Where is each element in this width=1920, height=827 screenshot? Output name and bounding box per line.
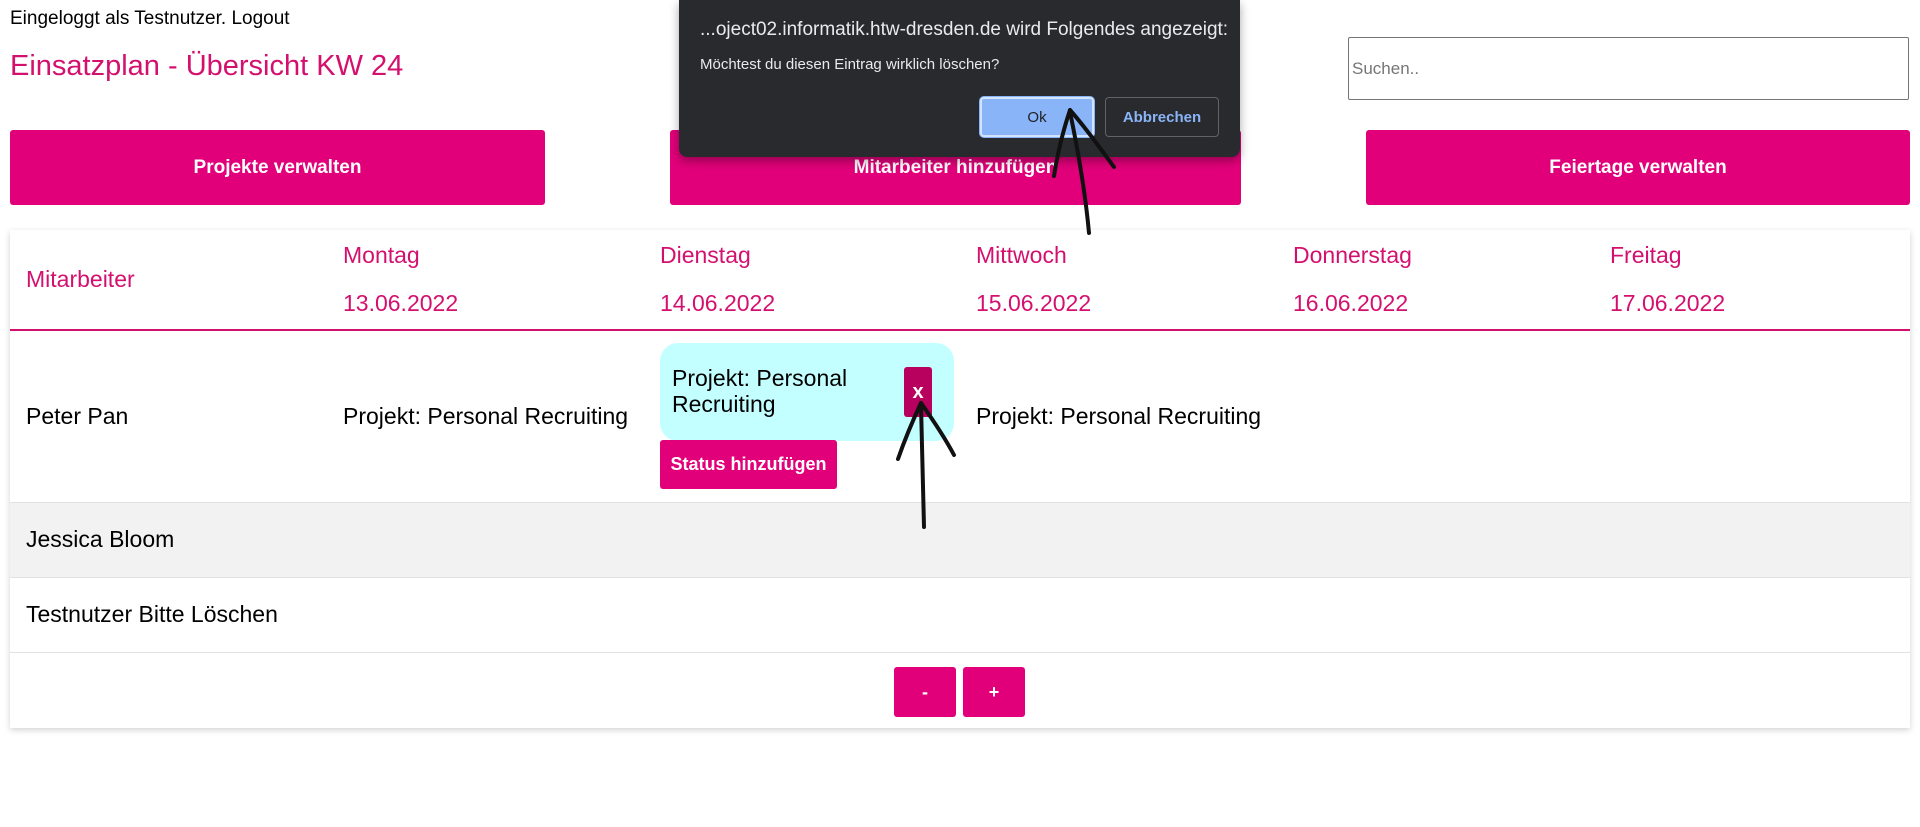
date-header-friday: 17.06.2022 xyxy=(1610,290,1726,316)
date-header-tuesday: 14.06.2022 xyxy=(660,290,776,316)
schedule-entry-text: Projekt: Personal Recruiting xyxy=(672,365,848,417)
table-row: Testnutzer Bitte Löschen xyxy=(10,578,1910,653)
page-title: Einsatzplan - Übersicht KW 24 xyxy=(10,50,404,82)
dialog-message: Möchtest du diesen Eintrag wirklich lösc… xyxy=(700,56,1000,73)
day-header-thursday: Donnerstag xyxy=(1293,242,1412,268)
schedule-entry-monday: Projekt: Personal Recruiting xyxy=(343,403,629,429)
employee-name: Peter Pan xyxy=(26,403,129,429)
login-status: Eingeloggt als Testnutzer. Logout xyxy=(10,8,290,29)
day-header-monday: Montag xyxy=(343,242,420,268)
day-header-tuesday: Dienstag xyxy=(660,242,751,268)
schedule-table: Mitarbeiter Montag 13.06.2022 Dienstag 1… xyxy=(10,230,1910,728)
manage-holidays-button[interactable]: Feiertage verwalten xyxy=(1366,130,1910,205)
schedule-entry-tuesday: Projekt: Personal Recruiting x xyxy=(660,343,954,441)
delete-entry-button[interactable]: x xyxy=(904,367,932,417)
dialog-cancel-button[interactable]: Abbrechen xyxy=(1105,97,1219,137)
manage-projects-button[interactable]: Projekte verwalten xyxy=(10,130,545,205)
confirm-dialog: ...oject02.informatik.htw-dresden.de wir… xyxy=(679,0,1240,157)
search-input[interactable] xyxy=(1348,37,1909,100)
date-header-monday: 13.06.2022 xyxy=(343,290,459,316)
schedule-entry-wednesday: Projekt: Personal Recruiting xyxy=(976,403,1262,429)
employee-column-header: Mitarbeiter xyxy=(26,266,135,292)
previous-week-button[interactable]: - xyxy=(894,667,956,717)
date-header-wednesday: 15.06.2022 xyxy=(976,290,1092,316)
add-status-button[interactable]: Status hinzufügen xyxy=(660,440,837,489)
employee-name: Testnutzer Bitte Löschen xyxy=(26,601,278,627)
dialog-ok-button[interactable]: Ok xyxy=(980,97,1094,137)
employee-name: Jessica Bloom xyxy=(26,526,175,552)
date-header-thursday: 16.06.2022 xyxy=(1293,290,1409,316)
dialog-title: ...oject02.informatik.htw-dresden.de wir… xyxy=(700,19,1229,40)
day-header-wednesday: Mittwoch xyxy=(976,242,1067,268)
next-week-button[interactable]: + xyxy=(963,667,1025,717)
day-header-friday: Freitag xyxy=(1610,242,1682,268)
table-row: Peter Pan Projekt: Personal Recruiting P… xyxy=(10,331,1910,503)
table-row: Jessica Bloom xyxy=(10,503,1910,578)
